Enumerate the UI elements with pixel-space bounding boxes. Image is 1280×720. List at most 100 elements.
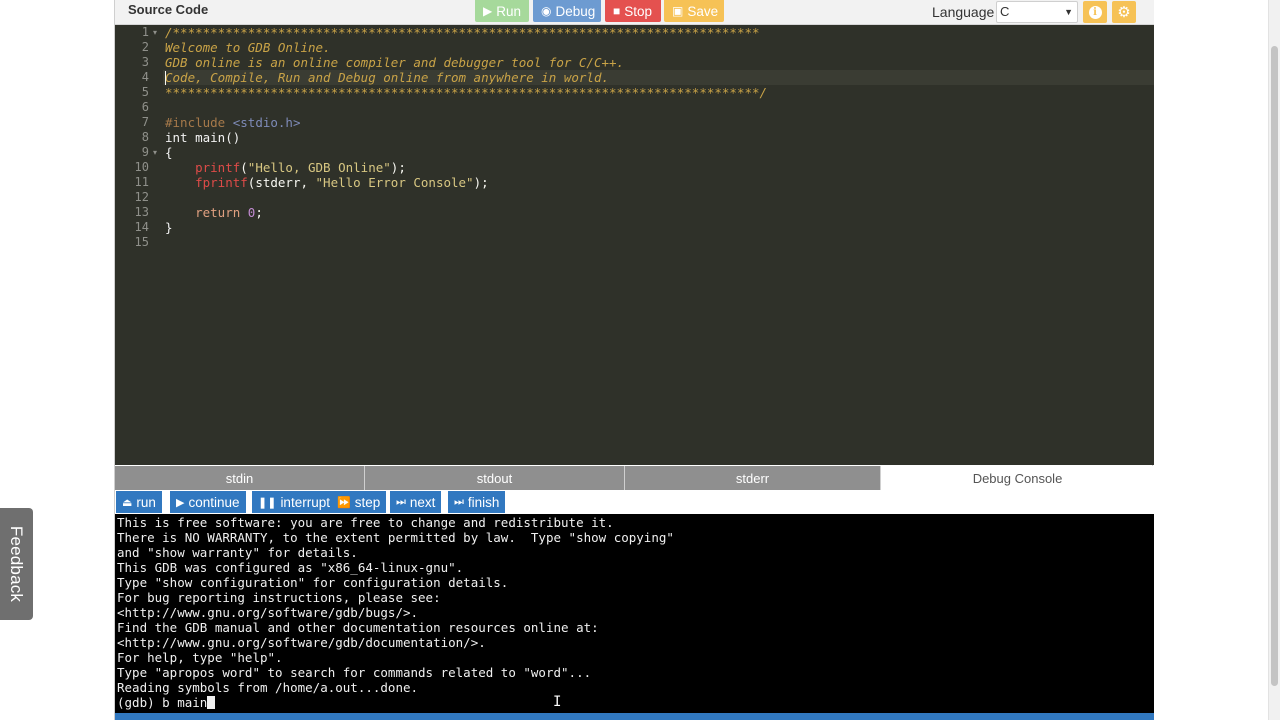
line-number: 12 bbox=[134, 190, 149, 204]
continue-button[interactable]: ▶ continue bbox=[170, 491, 246, 513]
console-line: and "show warranty" for details. bbox=[117, 545, 358, 560]
line-number: 4 bbox=[141, 70, 149, 84]
play-icon: ▶ bbox=[176, 496, 185, 509]
line-number: 13 bbox=[134, 205, 149, 219]
fold-arrow-icon[interactable]: ▾ bbox=[153, 145, 157, 160]
eject-icon: ⏏ bbox=[122, 496, 133, 509]
run-button-label: Run bbox=[496, 3, 521, 19]
code-token: ; bbox=[255, 205, 263, 220]
line-number-gutter: 1 ▾ 2 3 4 5 6 7 8 9 ▾ 10 11 12 13 14 15 bbox=[115, 25, 163, 465]
play-icon: ▶ bbox=[483, 4, 493, 18]
debug-toolbar: ⏏ run ▶ continue ❚❚ interrupt ⏩ step ⏭ n… bbox=[115, 490, 1154, 514]
run-button[interactable]: ▶ Run bbox=[475, 0, 529, 22]
code-line: } bbox=[165, 220, 173, 235]
footer-strip bbox=[115, 713, 1154, 720]
main-panel: Source Code ▶ Run ◉ Debug ■ Stop ▣ Save … bbox=[114, 0, 1154, 720]
next-button[interactable]: ⏭ next bbox=[390, 491, 442, 513]
code-line: { bbox=[165, 145, 173, 160]
code-line: /***************************************… bbox=[165, 25, 760, 40]
tab-stderr[interactable]: stderr bbox=[625, 466, 881, 490]
code-token: (stderr, bbox=[247, 175, 316, 190]
next-label: next bbox=[409, 494, 436, 510]
settings-button[interactable]: ⚙ bbox=[1112, 1, 1136, 23]
code-editor[interactable]: 1 ▾ 2 3 4 5 6 7 8 9 ▾ 10 11 12 13 14 15 … bbox=[115, 25, 1154, 465]
console-line: This GDB was configured as "x86_64-linux… bbox=[117, 560, 464, 575]
line-number: 9 bbox=[141, 145, 149, 159]
mouse-ibeam-cursor-icon: I bbox=[553, 694, 562, 710]
line-number: 10 bbox=[134, 160, 149, 174]
tab-stdin[interactable]: stdin bbox=[115, 466, 365, 490]
line-number: 2 bbox=[141, 40, 149, 54]
page-scrollbar[interactable] bbox=[1268, 0, 1280, 720]
fast-forward-icon: ⏩ bbox=[337, 496, 351, 509]
pause-icon: ❚❚ bbox=[258, 496, 277, 509]
step-label: step bbox=[354, 494, 381, 510]
console-line: There is NO WARRANTY, to the extent perm… bbox=[117, 530, 674, 545]
finish-label: finish bbox=[467, 494, 500, 510]
debug-target-icon: ◉ bbox=[541, 4, 552, 18]
floppy-disk-icon: ▣ bbox=[672, 4, 684, 18]
code-token: ); bbox=[473, 175, 489, 190]
line-number: 15 bbox=[134, 235, 149, 249]
gdb-online-app: Feedback Source Code ▶ Run ◉ Debug ■ Sto… bbox=[0, 0, 1280, 720]
page-title: Source Code bbox=[128, 2, 209, 17]
language-selected-value: C bbox=[1000, 4, 1010, 19]
feedback-label: Feedback bbox=[7, 525, 27, 603]
code-line: Code, Compile, Run and Debug online from… bbox=[165, 70, 610, 85]
scrollbar-thumb[interactable] bbox=[1271, 46, 1278, 686]
text-cursor bbox=[165, 71, 166, 85]
debug-console-output[interactable]: This is free software: you are free to c… bbox=[115, 514, 1154, 713]
function-token: printf bbox=[195, 160, 241, 175]
console-line: <http://www.gnu.org/software/gdb/documen… bbox=[117, 635, 486, 650]
step-button[interactable]: ⏩ step bbox=[331, 491, 387, 513]
code-token: ( bbox=[240, 160, 248, 175]
line-number: 5 bbox=[141, 85, 149, 99]
string-token: "Hello, GDB Online" bbox=[247, 160, 391, 175]
function-token: fprintf bbox=[195, 175, 248, 190]
stop-button-label: Stop bbox=[624, 3, 653, 19]
interrupt-label: interrupt bbox=[280, 494, 330, 510]
line-number: 14 bbox=[134, 220, 149, 234]
code-line: Welcome to GDB Online. bbox=[165, 40, 331, 55]
tab-debug-console[interactable]: Debug Console bbox=[881, 466, 1154, 490]
chevron-down-icon: ▼ bbox=[1064, 7, 1073, 17]
gear-icon: ⚙ bbox=[1117, 4, 1131, 21]
save-button-label: Save bbox=[687, 3, 719, 19]
skip-end-icon: ⏭ bbox=[454, 495, 464, 508]
info-icon: i bbox=[1088, 5, 1102, 19]
debug-run-label: run bbox=[136, 494, 156, 510]
io-tabs: stdin stdout stderr Debug Console bbox=[115, 466, 1154, 490]
line-number: 6 bbox=[141, 100, 149, 114]
stop-button[interactable]: ■ Stop bbox=[605, 0, 661, 22]
line-number: 7 bbox=[141, 115, 149, 129]
console-line: This is free software: you are free to c… bbox=[117, 515, 614, 530]
debug-button-label: Debug bbox=[555, 3, 596, 19]
save-button[interactable]: ▣ Save bbox=[664, 0, 724, 22]
top-toolbar: Source Code ▶ Run ◉ Debug ■ Stop ▣ Save … bbox=[115, 0, 1154, 25]
code-line: fprintf(stderr, "Hello Error Console"); bbox=[165, 175, 489, 190]
feedback-tab[interactable]: Feedback bbox=[0, 508, 33, 620]
console-prompt-input[interactable]: (gdb) b main bbox=[117, 695, 207, 710]
line-number: 11 bbox=[134, 175, 149, 189]
string-token: "Hello Error Console" bbox=[315, 175, 474, 190]
code-line: return 0; bbox=[165, 205, 263, 220]
interrupt-button[interactable]: ❚❚ interrupt bbox=[252, 491, 336, 513]
code-line: #include <stdio.h> bbox=[165, 115, 300, 130]
fold-arrow-icon[interactable]: ▾ bbox=[153, 25, 157, 40]
debug-run-button[interactable]: ⏏ run bbox=[116, 491, 162, 513]
console-line: Type "show configuration" for configurat… bbox=[117, 575, 509, 590]
line-number: 8 bbox=[141, 130, 149, 144]
console-prompt-line[interactable]: (gdb) b main bbox=[117, 695, 216, 710]
preprocessor-token: #include bbox=[165, 115, 226, 130]
code-line: GDB online is an online compiler and deb… bbox=[165, 55, 625, 70]
info-button[interactable]: i bbox=[1083, 1, 1107, 23]
finish-button[interactable]: ⏭ finish bbox=[448, 491, 506, 513]
debug-button[interactable]: ◉ Debug bbox=[533, 0, 601, 22]
console-line: Find the GDB manual and other documentat… bbox=[117, 620, 599, 635]
tab-stdout[interactable]: stdout bbox=[365, 466, 625, 490]
terminal-cursor bbox=[207, 696, 216, 709]
language-select[interactable]: C ▼ bbox=[996, 1, 1078, 23]
keyword-token: return bbox=[195, 205, 241, 220]
console-line: Type "apropos word" to search for comman… bbox=[117, 665, 592, 680]
stop-square-icon: ■ bbox=[613, 4, 621, 18]
